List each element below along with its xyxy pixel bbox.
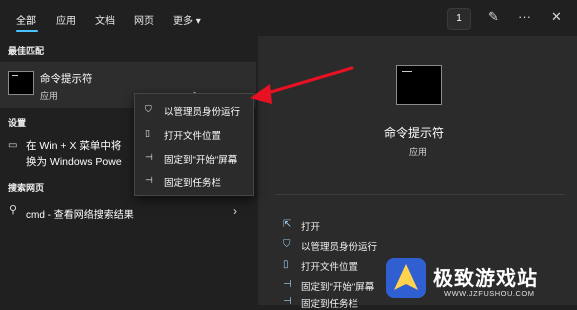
watermark-url: WWW.JZFUSHOU.COM (444, 289, 535, 298)
watermark-logo (386, 258, 426, 298)
watermark-brand: 极致游戏站 (433, 268, 538, 290)
watermark: 极致游戏站 WWW.JZFUSHOU.COM (380, 250, 577, 305)
